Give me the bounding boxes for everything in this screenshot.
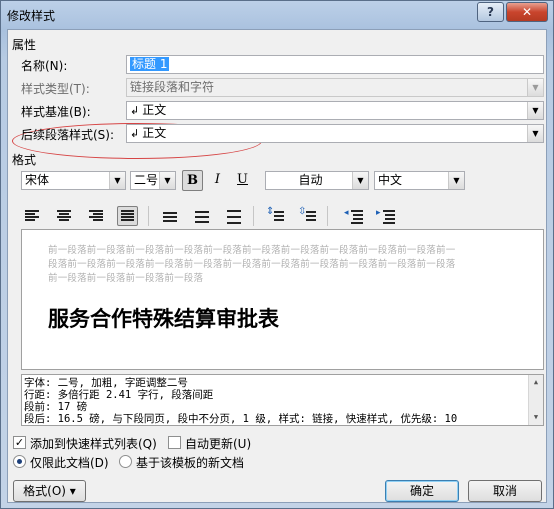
style-type-dropdown[interactable]: 链接段落和字符 ▼	[126, 78, 544, 97]
name-value: 标题 1	[130, 57, 170, 71]
chevron-down-icon: ▼	[352, 172, 368, 189]
chevron-down-icon: ▼	[109, 172, 125, 189]
description-scrollbar[interactable]: ▲ ▼	[528, 375, 543, 425]
style-type-value: 链接段落和字符	[130, 80, 215, 94]
add-to-quick-styles-checkbox[interactable]: ✓	[13, 436, 26, 449]
chevron-down-icon: ▼	[159, 172, 175, 189]
cancel-button[interactable]: 取消	[468, 480, 542, 502]
style-preview-pane: 前一段落前一段落前一段落前一段落前一段落前一段落前一段落前一段落前一段落前一段落…	[21, 229, 544, 370]
paragraph-mark-icon: ↲	[130, 104, 140, 117]
only-this-document-label: 仅限此文档(D)	[30, 456, 109, 470]
format-menu-button[interactable]: 格式(O) ▾	[13, 480, 86, 502]
new-documents-radio[interactable]	[119, 455, 132, 468]
auto-update-checkbox[interactable]	[168, 436, 181, 449]
toolbar-separator	[327, 206, 328, 226]
chevron-down-icon: ▼	[527, 125, 543, 142]
help-button[interactable]: ?	[477, 2, 504, 22]
align-center-icon[interactable]	[54, 206, 75, 226]
chevron-down-icon: ▼	[527, 79, 543, 96]
description-line: 字体: 二号, 加粗, 字距调整二号	[24, 377, 188, 389]
decrease-indent-icon[interactable]: ◂	[344, 206, 365, 226]
increase-indent-icon[interactable]: ▸	[376, 206, 397, 226]
preview-sample-text: 服务合作特殊结算审批表	[48, 306, 279, 331]
following-style-dropdown[interactable]: ↲ 正文 ▼	[126, 124, 544, 143]
preview-previous-paragraph: 前一段落前一段落前一段落前一段落	[48, 273, 204, 284]
description-line: 段前: 17 磅	[24, 401, 88, 413]
based-on-dropdown[interactable]: ↲ 正文 ▼	[126, 101, 544, 120]
properties-section-label: 属性	[12, 38, 37, 52]
font-size-dropdown[interactable]: 二号 ▼	[130, 171, 176, 190]
space-before-increase-icon[interactable]: ⇕	[265, 206, 286, 226]
space-before-decrease-icon[interactable]: ⇳	[297, 206, 318, 226]
preview-previous-paragraph: 段落前一段落前一段落前一段落前一段落前一段落前一段落前一段落前一段落前一段落前一…	[48, 259, 456, 270]
dialog-title: 修改样式	[7, 9, 56, 23]
preview-previous-paragraph: 前一段落前一段落前一段落前一段落前一段落前一段落前一段落前一段落前一段落前一段落…	[48, 245, 456, 256]
italic-button[interactable]: I	[207, 170, 228, 191]
align-left-icon[interactable]	[22, 206, 43, 226]
scroll-up-icon[interactable]: ▲	[529, 375, 543, 390]
double-spacing-icon[interactable]	[224, 206, 245, 226]
dialog-body: 属性 名称(N): 标题 1 样式类型(T): 链接段落和字符 ▼ 样式基准(B…	[7, 29, 547, 503]
based-on-value: 正文	[142, 103, 167, 117]
scroll-down-icon[interactable]: ▼	[529, 410, 543, 425]
ok-button[interactable]: 确定	[385, 480, 459, 502]
based-on-label: 样式基准(B):	[21, 105, 91, 119]
toolbar-separator	[148, 206, 149, 226]
only-this-document-radio[interactable]	[13, 455, 26, 468]
style-type-label: 样式类型(T):	[21, 82, 90, 96]
following-style-label: 后续段落样式(S):	[21, 128, 115, 142]
font-size-value: 二号	[134, 173, 159, 187]
single-spacing-icon[interactable]	[160, 206, 181, 226]
close-button[interactable]: ✕	[506, 2, 548, 22]
bold-button[interactable]: B	[182, 170, 203, 191]
font-name-dropdown[interactable]: 宋体 ▼	[21, 171, 126, 190]
description-line: 行距: 多倍行距 2.41 字行, 段落间距	[24, 389, 214, 401]
chevron-down-icon: ▼	[448, 172, 464, 189]
name-input[interactable]: 标题 1	[126, 55, 544, 74]
description-line: 段后: 16.5 磅, 与下段同页, 段中不分页, 1 级, 样式: 链接, 快…	[24, 413, 458, 425]
font-name-value: 宋体	[25, 173, 50, 187]
underline-button[interactable]: U	[232, 170, 253, 191]
name-label: 名称(N):	[21, 59, 68, 73]
one-half-spacing-icon[interactable]	[192, 206, 213, 226]
align-right-icon[interactable]	[86, 206, 107, 226]
style-description-box: 字体: 二号, 加粗, 字距调整二号 行距: 多倍行距 2.41 字行, 段落间…	[21, 374, 544, 426]
format-section-label: 格式	[12, 153, 37, 167]
justify-icon[interactable]	[117, 206, 138, 226]
following-style-value: 正文	[142, 126, 167, 140]
new-documents-label: 基于该模板的新文档	[136, 456, 245, 470]
auto-update-label: 自动更新(U)	[185, 437, 252, 451]
modify-style-dialog: 修改样式 ? ✕ 属性 名称(N): 标题 1 样式类型(T): 链接段落和字符…	[0, 0, 554, 509]
font-color-dropdown[interactable]: 自动 ▼	[265, 171, 369, 190]
add-to-quick-styles-label: 添加到快速样式列表(Q)	[30, 437, 157, 451]
toolbar-separator	[253, 206, 254, 226]
script-dropdown[interactable]: 中文 ▼	[374, 171, 465, 190]
font-color-value: 自动	[298, 173, 323, 187]
chevron-down-icon: ▼	[527, 102, 543, 119]
title-bar: 修改样式 ? ✕	[1, 1, 553, 29]
script-value: 中文	[378, 173, 403, 187]
paragraph-mark-icon: ↲	[130, 127, 140, 140]
